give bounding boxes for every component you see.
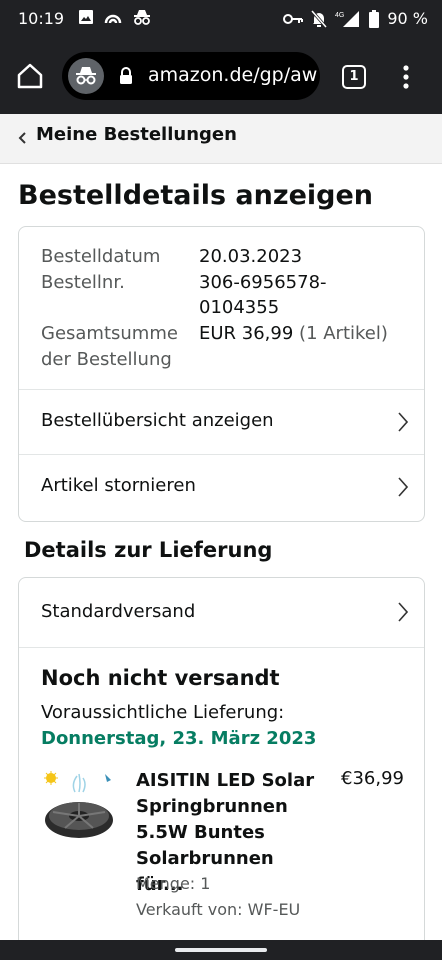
chevron-right-icon [398,412,408,432]
battery-icon [369,9,380,28]
order-total-amount: EUR 36,99 [199,323,294,344]
product-seller: Verkauft von: WF-EU [136,900,301,919]
lock-icon [120,67,132,84]
shipping-method-row[interactable]: Standardversand [19,578,424,648]
incognito-badge[interactable] [68,58,104,94]
product-quantity: Menge: 1 [136,874,211,893]
svg-text:4G: 4G [335,12,344,19]
cancel-items-label: Artikel stornieren [41,475,196,496]
order-number-label: Bestellnr. [41,272,125,293]
signal-icon: 4G [335,10,360,27]
image-icon [79,10,93,24]
order-total-items: (1 Artikel) [299,323,388,344]
status-bar: 10:19 4G 90 % [0,0,442,38]
chevron-left-icon [18,132,26,144]
order-date-value: 20.03.2023 [199,246,303,267]
delivery-card: Standardversand Noch nicht versandt Vora… [18,577,425,957]
order-summary-label: Bestellübersicht anzeigen [41,410,274,431]
mute-icon [311,9,328,28]
incognito-icon [76,67,96,85]
breadcrumb-label[interactable]: Meine Bestellungen [36,124,237,145]
tab-switcher-button[interactable]: 1 [342,65,366,89]
browser-toolbar: amazon.de/gp/aw 1 [0,38,442,114]
shipping-method-label: Standardversand [41,601,196,622]
chevron-right-icon [398,477,408,497]
order-number-value-cont: 0104355 [199,297,280,318]
battery-percent: 90 % [387,9,428,28]
order-total-value: EUR 36,99 (1 Artikel) [199,321,388,346]
home-gesture-handle[interactable] [175,948,267,952]
order-info-card: Bestelldatum 20.03.2023 Bestellnr. 306-6… [18,226,425,522]
shipment-status: Noch nicht versandt [41,666,280,690]
breadcrumb[interactable]: Meine Bestellungen [0,114,442,164]
incognito-icon [134,10,150,25]
expected-delivery-label: Voraussichtliche Lieferung: [41,702,285,723]
system-nav-bar [0,940,442,960]
order-date-label: Bestelldatum [41,246,161,267]
page-title: Bestelldetails anzeigen [18,180,374,211]
status-time: 10:19 [18,9,65,28]
order-total-label-cont: der Bestellung [41,349,172,370]
product-price: €36,99 [341,768,404,789]
home-icon[interactable] [16,62,44,90]
cancel-items-link[interactable]: Artikel stornieren [19,454,424,519]
order-summary-link[interactable]: Bestellübersicht anzeigen [19,389,424,454]
url-bar[interactable]: amazon.de/gp/aw [62,52,320,100]
url-text[interactable]: amazon.de/gp/aw [148,64,318,86]
chevron-right-icon [398,602,408,622]
delivery-section-title: Details zur Lieferung [24,538,273,562]
product-image[interactable] [41,770,117,846]
order-total-label: Gesamtsumme [41,323,178,344]
order-number-value: 306-6956578- [199,272,327,293]
vpn-key-icon [283,13,304,24]
expected-delivery-date: Donnerstag, 23. März 2023 [41,728,317,749]
hotspot-icon [104,14,122,24]
more-options-icon[interactable] [398,64,414,90]
